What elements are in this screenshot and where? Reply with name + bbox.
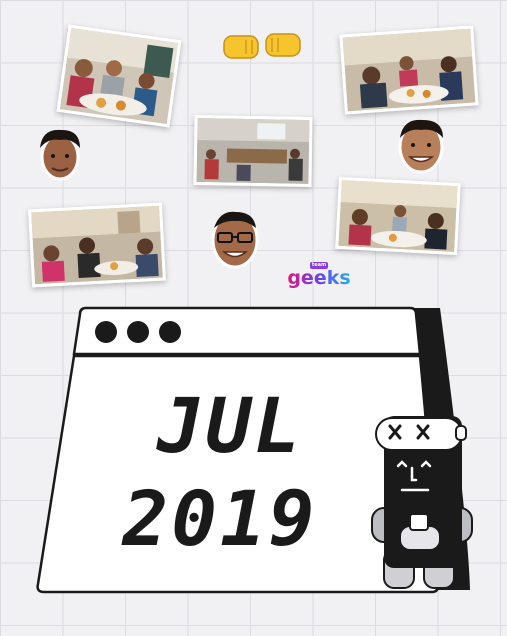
calendar-month: JUL xyxy=(156,381,304,470)
window-dots-icon xyxy=(95,321,181,343)
calendar-year: 2019 xyxy=(122,474,318,563)
robot-mascot-icon xyxy=(371,416,473,589)
